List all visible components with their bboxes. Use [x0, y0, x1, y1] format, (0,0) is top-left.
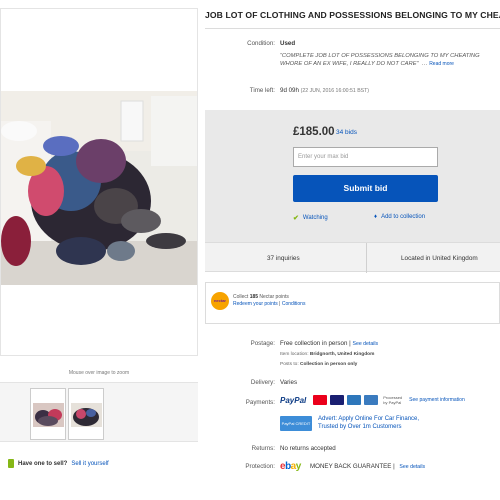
delivery-label: Delivery:	[250, 379, 275, 386]
payment-methods: PayPal Processed by PayPal See payment in…	[280, 395, 465, 405]
thumbnail-2[interactable]	[68, 388, 104, 440]
image-gallery: Mouse over image to zoom Have one to sel…	[0, 0, 198, 500]
thumbnail-1[interactable]	[30, 388, 66, 440]
stats-divider	[366, 243, 367, 273]
postage-value-row: Free collection in person | See details	[280, 340, 379, 347]
nectar-promo: nectar Collect 185 Nectar points Redeem …	[205, 282, 500, 324]
condition-label: Condition:	[247, 40, 275, 47]
submit-bid-button[interactable]: Submit bid	[293, 175, 438, 202]
add-collection-label: Add to collection	[381, 214, 426, 220]
thumbnail-image	[33, 403, 64, 427]
postage-value: Free collection in person	[280, 340, 348, 347]
current-price: £185.00	[293, 126, 335, 138]
nectar-collect: Collect 185 Nectar points	[233, 294, 289, 300]
item-location-line: Item location: Bridgnorth, United Kingdo…	[280, 352, 375, 357]
main-photo-frame	[0, 8, 198, 356]
visa-icon	[330, 395, 345, 405]
clothing-pile-photo	[1, 91, 197, 285]
card-icon	[364, 395, 379, 405]
see-payment-info-link[interactable]: See payment information	[409, 397, 465, 403]
listing-details: JOB LOT OF CLOTHING AND POSSESSIONS BELO…	[205, 0, 500, 500]
returns-label: Returns:	[251, 445, 275, 452]
delivery-value: Varies	[280, 379, 298, 386]
postage-see-details-link[interactable]: See details	[352, 341, 378, 347]
max-bid-input[interactable]: Enter your max bid	[293, 147, 438, 167]
posts-to-line: Posts to: Collection in person only	[280, 362, 358, 367]
protection-see-details-link[interactable]: See details	[399, 464, 425, 470]
end-date: (22 JUN, 2016 16:00:51 BST)	[300, 88, 370, 94]
processed-by-paypal: Processed by PayPal	[383, 395, 403, 405]
listing-title: JOB LOT OF CLOTHING AND POSSESSIONS BELO…	[205, 10, 500, 20]
watching-toggle[interactable]: ✔ Watching	[293, 214, 328, 222]
sell-it-yourself-link[interactable]: Sell it yourself	[71, 461, 108, 467]
payments-label: Payments:	[245, 399, 275, 406]
nectar-points: 185	[249, 294, 259, 300]
inquiries-count: 37 inquiries	[267, 255, 300, 262]
watching-label: Watching	[302, 215, 328, 221]
money-back-guarantee: MONEY BACK GUARANTEE | See details	[310, 463, 426, 470]
price-tag-icon	[8, 459, 14, 468]
add-to-collection-button[interactable]: ♦ Add to collection	[374, 214, 425, 220]
paypal-logo: PayPal	[280, 395, 307, 405]
returns-value: No returns accepted	[280, 445, 336, 452]
zoom-hint: Mouse over image to zoom	[68, 370, 130, 376]
mastercard-icon	[313, 395, 328, 405]
stats-bar: 37 inquiries Located in United Kingdom	[205, 242, 500, 273]
ebay-logo: ebay	[280, 461, 301, 472]
nectar-logo: nectar	[211, 292, 229, 310]
time-left-value: 9d 09h	[280, 87, 299, 94]
nectar-text: Collect 185 Nectar points Redeem your po…	[233, 294, 306, 307]
sell-prompt: Have one to sell? Sell it yourself	[8, 459, 109, 468]
title-divider	[205, 28, 500, 29]
thumbnail-image	[71, 403, 102, 427]
bid-panel: £185.00 34 bids Enter your max bid Submi…	[205, 110, 500, 242]
amex-icon	[347, 395, 362, 405]
time-left: 9d 09h (22 JUN, 2016 16:00:51 BST)	[280, 87, 369, 94]
protection-label: Protection:	[245, 463, 275, 470]
item-location: Located in United Kingdom	[401, 255, 478, 262]
car-finance-advert[interactable]: Advert: Apply Online For Car Finance, Tru…	[318, 415, 419, 431]
checkmark-icon: ✔	[293, 215, 299, 222]
condition-description: “COMPLETE JOB LOT OF POSSESSIONS BELONGI…	[280, 52, 498, 68]
postage-label: Postage:	[250, 340, 275, 347]
thumbnail-strip	[0, 382, 198, 442]
condition-value: Used	[280, 40, 296, 47]
read-more-link[interactable]: Read more	[429, 61, 454, 67]
arrow-icon: …	[420, 61, 428, 67]
bid-count-link[interactable]: 34 bids	[336, 129, 357, 136]
paypal-credit-logo: PayPal CREDIT	[280, 416, 312, 431]
nectar-conditions-link[interactable]: Conditions	[282, 301, 306, 307]
time-left-label: Time left:	[249, 87, 275, 94]
main-photo[interactable]	[1, 91, 197, 285]
sell-question: Have one to sell?	[18, 460, 68, 467]
plus-icon: ♦	[374, 214, 378, 220]
redeem-points-link[interactable]: Redeem your points	[233, 301, 278, 307]
